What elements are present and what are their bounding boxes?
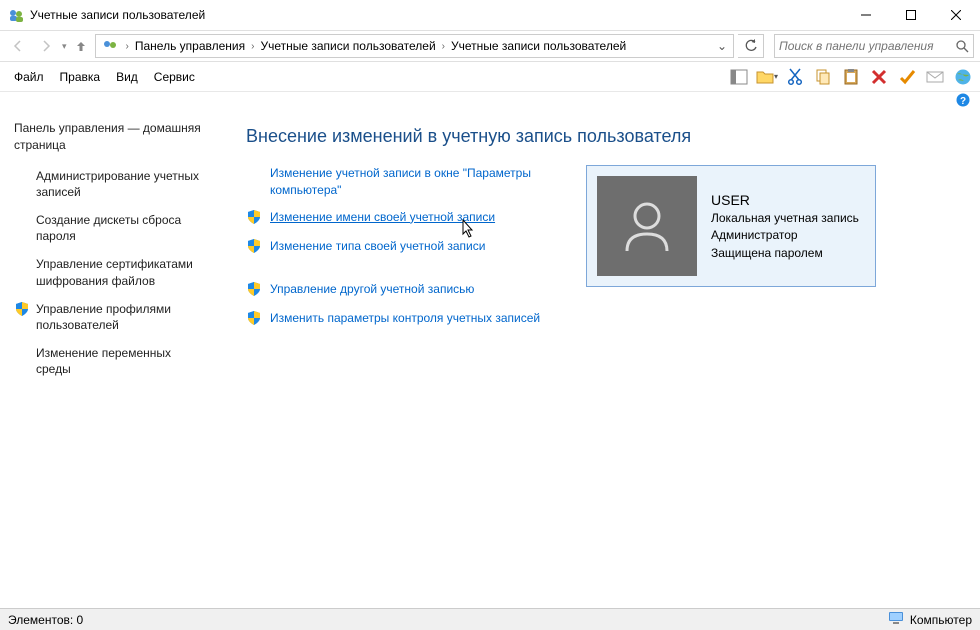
search-input[interactable] <box>779 39 955 53</box>
minimize-button[interactable] <box>843 1 888 29</box>
task-link[interactable]: Управление другой учетной записью <box>246 281 556 300</box>
user-name: USER <box>711 190 859 210</box>
menu-file[interactable]: Файл <box>6 66 52 88</box>
sidebar-item-label: Изменение переменных среды <box>36 345 210 377</box>
status-computer-label: Компьютер <box>910 613 972 627</box>
tool-panel-icon[interactable] <box>728 66 750 88</box>
user-account-type: Локальная учетная запись <box>711 210 859 227</box>
search-icon[interactable] <box>955 39 969 53</box>
address-bar[interactable]: › Панель управления › Учетные записи пол… <box>95 34 734 58</box>
sidebar-item[interactable]: Управление сертификатами шифрования файл… <box>14 256 210 288</box>
chevron-right-icon[interactable]: › <box>124 41 131 52</box>
sidebar-item-label: Управление сертификатами шифрования файл… <box>36 256 210 288</box>
task-link-label: Изменение типа своей учетной записи <box>270 238 485 255</box>
control-panel-home-link[interactable]: Панель управления — домашняя страница <box>14 120 210 154</box>
history-dropdown-icon[interactable]: ▾ <box>62 41 67 52</box>
task-link-label: Изменить параметры контроля учетных запи… <box>270 310 540 327</box>
breadcrumb-item[interactable]: Учетные записи пользователей <box>449 39 628 53</box>
sidebar-item-label: Администрирование учетных записей <box>36 168 210 200</box>
maximize-button[interactable] <box>888 1 933 29</box>
help-icon[interactable]: ? <box>956 93 970 110</box>
address-dropdown-icon[interactable]: ⌄ <box>713 39 731 53</box>
task-link[interactable]: Изменить параметры контроля учетных запи… <box>246 310 556 329</box>
tool-mail-icon[interactable] <box>924 66 946 88</box>
sidebar-item-label: Создание дискеты сброса пароля <box>36 212 210 244</box>
app-icon <box>8 7 24 23</box>
status-elements-label: Элементов: <box>8 613 73 627</box>
shield-icon <box>246 238 262 257</box>
sidebar-item-label: Управление профилями пользователей <box>36 301 210 333</box>
task-link-label: Управление другой учетной записью <box>270 281 474 298</box>
tool-paste-icon[interactable] <box>840 66 862 88</box>
svg-text:?: ? <box>960 96 966 107</box>
refresh-button[interactable] <box>738 34 764 58</box>
tool-cut-icon[interactable] <box>784 66 806 88</box>
user-role: Администратор <box>711 227 859 244</box>
menu-view[interactable]: Вид <box>108 66 146 88</box>
sidebar-item[interactable]: Создание дискеты сброса пароля <box>14 212 210 244</box>
status-elements-count: 0 <box>77 613 84 627</box>
tool-delete-icon[interactable] <box>868 66 890 88</box>
chevron-right-icon[interactable]: › <box>249 41 256 52</box>
avatar <box>597 176 697 276</box>
up-button[interactable] <box>71 39 91 53</box>
page-heading: Внесение изменений в учетную запись поль… <box>246 126 960 147</box>
task-link[interactable]: Изменение типа своей учетной записи <box>246 238 556 257</box>
close-button[interactable] <box>933 1 978 29</box>
sidebar-item[interactable]: Изменение переменных среды <box>14 345 210 377</box>
sidebar-item[interactable]: Администрирование учетных записей <box>14 168 210 200</box>
menu-service[interactable]: Сервис <box>146 66 203 88</box>
tool-copy-icon[interactable] <box>812 66 834 88</box>
tool-check-icon[interactable] <box>896 66 918 88</box>
sidebar-item[interactable]: Управление профилями пользователей <box>14 301 210 333</box>
back-button[interactable] <box>6 34 30 58</box>
chevron-right-icon[interactable]: › <box>440 41 447 52</box>
shield-icon <box>246 281 262 300</box>
shield-icon <box>246 310 262 329</box>
window-title: Учетные записи пользователей <box>30 8 843 22</box>
address-icon <box>102 38 118 54</box>
breadcrumb-item[interactable]: Панель управления <box>133 39 247 53</box>
user-protection: Защищена паролем <box>711 245 859 262</box>
search-box[interactable] <box>774 34 974 58</box>
task-link[interactable]: Изменение имени своей учетной записи <box>246 209 556 228</box>
task-link-label: Изменение учетной записи в окне "Парамет… <box>270 165 556 199</box>
tool-folder-icon[interactable]: ▾ <box>756 66 778 88</box>
breadcrumb-item[interactable]: Учетные записи пользователей <box>258 39 437 53</box>
computer-icon <box>888 611 904 628</box>
shield-icon <box>246 209 262 228</box>
cursor-icon <box>458 219 476 244</box>
user-account-card: USER Локальная учетная запись Администра… <box>586 165 876 287</box>
shield-icon <box>14 301 30 321</box>
menu-edit[interactable]: Правка <box>52 66 109 88</box>
task-link[interactable]: Изменение учетной записи в окне "Парамет… <box>246 165 556 199</box>
forward-button[interactable] <box>34 34 58 58</box>
tool-globe-icon[interactable] <box>952 66 974 88</box>
